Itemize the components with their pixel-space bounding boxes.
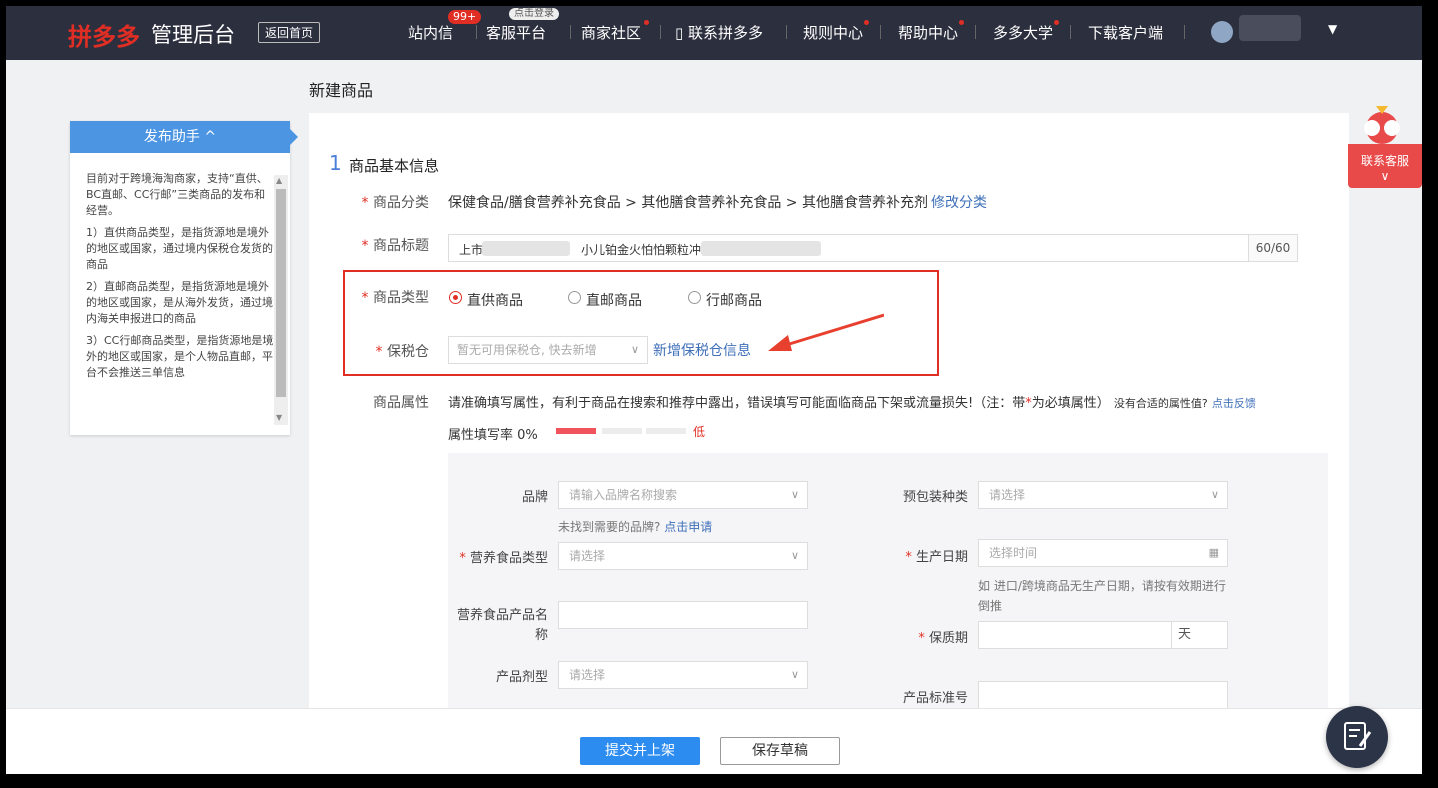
username-redacted[interactable]	[1239, 15, 1301, 41]
nav-contact[interactable]: ▯ 联系拼多多	[675, 22, 763, 43]
attr-fill-rate: 属性填写率 0%	[448, 428, 538, 443]
nav-messages[interactable]: 站内信	[408, 22, 453, 43]
chevron-down-icon: ∨	[630, 343, 639, 356]
feedback-link[interactable]: 点击反馈	[1212, 397, 1256, 410]
apply-brand-link[interactable]: 点击申请	[664, 520, 712, 534]
publish-helper-panel: 发布助手 ^ 目前对于跨境海淘商家，支持“直供、BC直邮、CC行邮”三类商品的发…	[70, 121, 298, 435]
nav-rules[interactable]: 规则中心	[803, 22, 863, 43]
section-number: 1	[329, 151, 342, 175]
messages-badge: 99+	[448, 10, 482, 24]
warehouse-label: * 保税仓	[375, 344, 429, 360]
radio-label[interactable]: 直供商品	[467, 290, 523, 310]
product-form-card: 1 商品基本信息 * 商品分类 保健食品/膳食营养补充食品 > 其他膳食营养补充…	[309, 113, 1349, 723]
redacted-text	[482, 241, 570, 256]
prod-date-note: 如 进口/跨境商品无生产日期，请按有效期进行倒推	[978, 579, 1226, 613]
prod-date-label: * 生产日期	[905, 550, 968, 565]
attribute-area: 品牌 请输入品牌名称搜索 ∨ 未找到需要的品牌? 点击申请 * 营养食品类型 请选…	[448, 453, 1328, 723]
scroll-down-icon[interactable]: ▼	[276, 413, 282, 422]
food-type-select[interactable]: 请选择 ∨	[558, 542, 808, 570]
radio-label[interactable]: 直邮商品	[586, 290, 642, 310]
category-path: 保健食品/膳食营养补充食品 > 其他膳食营养补充食品 > 其他膳食营养补充剂	[448, 195, 928, 211]
warehouse-select[interactable]: 暂无可用保税仓, 快去新增 ∨	[448, 336, 648, 364]
helper-body: 目前对于跨境海淘商家，支持“直供、BC直邮、CC行邮”三类商品的发布和经营。 1…	[86, 171, 274, 387]
chevron-down-icon: ∨	[790, 488, 799, 501]
rate-bar-segment	[556, 428, 596, 434]
mascot-icon	[1364, 106, 1400, 144]
brand-select[interactable]: 请输入品牌名称搜索 ∨	[558, 481, 808, 509]
helper-item: 2）直邮商品类型，是指货源地是境外的地区或国家，是从海外发货，通过境内海关申报进…	[86, 280, 273, 325]
page-title: 新建商品	[309, 81, 374, 100]
avatar[interactable]	[1211, 21, 1233, 43]
type-label: * 商品类型	[361, 290, 429, 306]
dosage-select[interactable]: 请选择 ∨	[558, 661, 808, 689]
back-home-button[interactable]: 返回首页	[258, 22, 321, 43]
scroll-up-icon[interactable]: ▲	[276, 176, 282, 185]
logo: 拼多多	[68, 23, 140, 51]
pack-label: 预包装种类	[902, 490, 968, 505]
attr-label: 商品属性	[373, 395, 429, 411]
redacted-text	[701, 241, 821, 256]
chevron-down-icon: ∨	[1210, 488, 1219, 501]
chevron-down-icon: ∨	[790, 549, 799, 562]
title-label: * 商品标题	[361, 238, 429, 254]
radio-direct-supply[interactable]	[449, 291, 462, 304]
radio-personal-mail[interactable]	[688, 291, 701, 304]
chevron-down-icon: ∨	[1380, 169, 1390, 183]
standard-label: 产品标准号	[902, 691, 968, 706]
shelf-life-input[interactable]: 天	[978, 621, 1228, 649]
title-char-count: 60/60	[1248, 235, 1297, 261]
red-arrow-annotation	[768, 313, 884, 351]
radio-direct-mail[interactable]	[568, 291, 581, 304]
prod-date-picker[interactable]: 选择时间 ▦	[978, 539, 1228, 567]
shelf-life-unit: 天	[1171, 622, 1227, 648]
edit-note-icon	[1344, 722, 1372, 750]
save-draft-button[interactable]: 保存草稿	[720, 737, 840, 765]
pack-select[interactable]: 请选择 ∨	[978, 481, 1228, 509]
calendar-icon: ▦	[1208, 546, 1219, 559]
section-title: 商品基本信息	[349, 157, 440, 175]
app-frame: 拼多多 管理后台 返回首页 站内信 99+ 客服平台 点击登录 商家社区 ▯ 联…	[6, 6, 1422, 774]
helper-item: 1）直供商品类型，是指货源地是境外的地区或国家，通过境内保税仓发货的商品	[86, 226, 273, 271]
submit-button[interactable]: 提交并上架	[580, 737, 700, 765]
helper-intro: 目前对于跨境海淘商家，支持“直供、BC直邮、CC行邮”三类商品的发布和经营。	[86, 172, 268, 217]
cs-label: 联系客服	[1360, 154, 1409, 168]
brand-label: 品牌	[521, 490, 548, 505]
dosage-label: 产品剂型	[495, 670, 548, 685]
nav-community[interactable]: 商家社区	[581, 22, 641, 43]
rate-bar-segment	[646, 428, 686, 434]
float-edit-button[interactable]	[1326, 706, 1388, 768]
edit-category-link[interactable]: 修改分类	[931, 192, 987, 212]
title-input[interactable]: 上市 小儿铂金火怕怕颗粒冲剂 60/60	[448, 234, 1298, 262]
food-type-label: * 营养食品类型	[459, 551, 548, 566]
scroll-thumb[interactable]	[276, 189, 286, 397]
helper-scrollbar[interactable]: ▲ ▼	[274, 175, 288, 425]
category-label: * 商品分类	[361, 195, 429, 211]
nav-university[interactable]: 多多大学	[993, 22, 1053, 43]
cs-badge: 点击登录	[509, 8, 559, 20]
radio-label[interactable]: 行邮商品	[706, 290, 762, 310]
standard-input[interactable]	[978, 681, 1228, 709]
food-name-label: 营养食品产品名称	[456, 608, 548, 643]
helper-toggle[interactable]: 发布助手 ^	[70, 121, 298, 153]
brand-note: 未找到需要的品牌? 点击申请	[558, 520, 713, 534]
chevron-down-icon[interactable]: ▼	[1328, 22, 1337, 36]
bottom-action-bar: 提交并上架 保存草稿	[6, 708, 1422, 774]
rate-level: 低	[693, 425, 706, 439]
shelf-life-label: * 保质期	[918, 631, 968, 646]
phone-icon: ▯	[675, 24, 684, 42]
nav-download[interactable]: 下载客户端	[1088, 22, 1163, 43]
add-warehouse-link[interactable]: 新增保税仓信息	[653, 340, 751, 360]
nav-customer-service[interactable]: 客服平台	[486, 22, 546, 43]
nav-help[interactable]: 帮助中心	[898, 22, 958, 43]
helper-item: 3）CC行邮商品类型，是指货源地是境外的地区或国家，是个人物品直邮，平台不会推送…	[86, 334, 274, 379]
chevron-down-icon: ∨	[790, 668, 799, 681]
logo-subtitle: 管理后台	[151, 23, 235, 47]
rate-bar-segment	[602, 428, 642, 434]
top-nav-bar: 拼多多 管理后台 返回首页 站内信 99+ 客服平台 点击登录 商家社区 ▯ 联…	[6, 6, 1422, 60]
contact-cs-widget[interactable]: 联系客服 ∨	[1348, 102, 1422, 188]
food-name-input[interactable]	[558, 601, 808, 629]
attr-description: 请准确填写属性，有利于商品在搜索和推荐中露出，错误填写可能面临商品下架或流量损失…	[448, 396, 1256, 411]
